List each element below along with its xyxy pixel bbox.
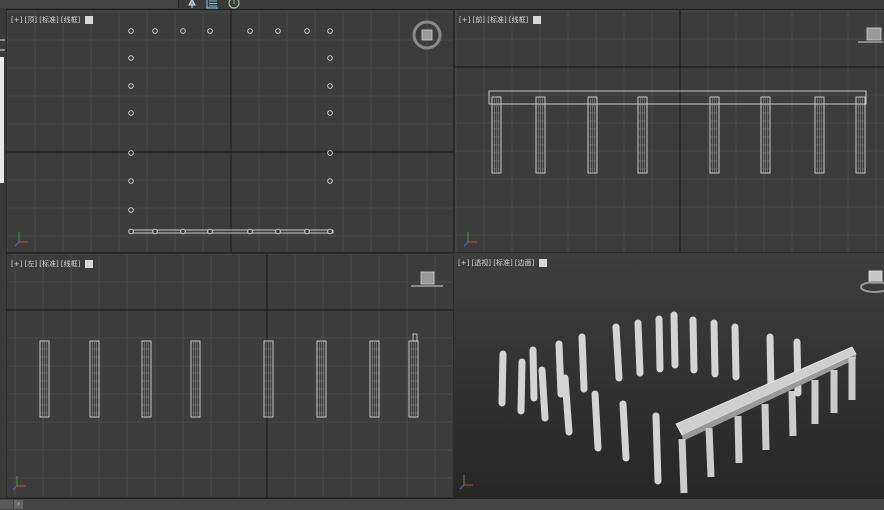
column-marker xyxy=(327,28,333,34)
column-mesh xyxy=(561,374,573,436)
column-mesh xyxy=(555,340,565,398)
top-view-canvas[interactable] xyxy=(7,10,453,252)
column-marker xyxy=(180,28,186,34)
axis-gizmo-z xyxy=(14,241,20,247)
viewport-label-text[interactable]: [+] [顶] [标准] [线框] xyxy=(11,15,80,25)
viewport-label[interactable]: [+] [左] [标准] [线框] xyxy=(11,259,94,269)
column-marker xyxy=(128,83,134,89)
column-mesh xyxy=(670,311,679,369)
column-mesh xyxy=(788,390,797,437)
scroll-right-button[interactable]: › xyxy=(14,500,23,509)
perspective-view-canvas[interactable] xyxy=(454,253,884,497)
column-mesh xyxy=(517,358,526,415)
column-marker xyxy=(128,55,134,61)
viewport-left[interactable]: [+] [左] [标准] [线框] xyxy=(7,254,453,497)
column-mesh xyxy=(766,333,775,393)
column-marker xyxy=(327,228,333,235)
column-mesh xyxy=(734,415,743,464)
toolbar-tab[interactable] xyxy=(0,0,179,8)
column-mesh xyxy=(619,400,630,462)
column-mesh xyxy=(612,323,623,382)
viewport-label[interactable]: [+] [透视] [标准] [边面] xyxy=(458,258,548,268)
viewport-label-text[interactable]: [+] [透视] [标准] [边面] xyxy=(458,258,534,268)
column-marker xyxy=(128,228,134,235)
column-mesh xyxy=(761,403,770,451)
column-mesh xyxy=(538,366,549,422)
column-mesh xyxy=(578,333,588,393)
column-mesh xyxy=(655,315,664,373)
viewport-top[interactable]: [+] [顶] [标准] [线框] xyxy=(7,10,453,252)
axis-gizmo-z xyxy=(463,241,469,247)
column-marker xyxy=(327,178,333,184)
column-marker xyxy=(247,28,253,34)
column-marker xyxy=(207,28,213,34)
column-mesh xyxy=(652,412,662,485)
column-marker xyxy=(327,110,333,116)
column-marker xyxy=(327,83,333,89)
column-marker xyxy=(128,28,134,34)
column-mesh xyxy=(689,316,698,374)
viewport-label-text[interactable]: [+] [前] [标准] [线框] xyxy=(459,15,528,25)
viewcube xyxy=(421,29,433,41)
column-marker xyxy=(327,150,333,156)
column-mesh xyxy=(529,346,538,402)
column-marker xyxy=(128,178,134,184)
viewport-label[interactable]: [+] [顶] [标准] [线框] xyxy=(11,15,94,25)
column-marker xyxy=(128,150,134,156)
column-marker xyxy=(304,28,310,34)
viewport-checkbox[interactable] xyxy=(85,260,94,268)
list-icon[interactable] xyxy=(206,0,218,9)
viewport-checkbox[interactable] xyxy=(539,259,548,267)
viewport-perspective[interactable]: [+] [透视] [标准] [边面] xyxy=(454,253,884,497)
help-icon[interactable] xyxy=(228,0,240,9)
pin-icon[interactable] xyxy=(186,0,198,9)
column-marker xyxy=(152,28,158,34)
column-mesh xyxy=(634,319,644,377)
column-marker xyxy=(128,110,134,116)
column-mesh xyxy=(710,319,719,378)
viewport-label[interactable]: [+] [前] [标准] [线框] xyxy=(459,15,542,25)
panel-marker xyxy=(0,49,5,51)
panel-marker xyxy=(0,39,5,41)
column-marker xyxy=(304,228,310,235)
viewport-checkbox[interactable] xyxy=(85,16,94,24)
column-marker xyxy=(152,228,158,235)
main-toolbar xyxy=(0,0,884,10)
column-mesh xyxy=(591,390,602,452)
scrollbar-track[interactable] xyxy=(0,500,13,509)
viewcube xyxy=(866,27,882,41)
column-mesh xyxy=(678,438,688,494)
column-marker xyxy=(247,228,253,235)
viewport-label-text[interactable]: [+] [左] [标准] [线框] xyxy=(11,259,80,269)
viewport-checkbox[interactable] xyxy=(533,16,542,24)
column-marker xyxy=(207,228,213,235)
beam-wireframe xyxy=(488,90,867,105)
column-mesh xyxy=(498,350,507,407)
viewport-front[interactable]: [+] [前] [标准] [线框] xyxy=(455,10,884,252)
column-marker xyxy=(327,55,333,61)
column-marker xyxy=(275,228,281,235)
column-mesh xyxy=(731,323,740,381)
column-marker xyxy=(180,228,186,235)
column-mesh xyxy=(705,427,715,478)
column-marker xyxy=(275,28,281,34)
left-view-canvas[interactable] xyxy=(7,254,453,497)
viewcube xyxy=(420,271,435,285)
left-panel-edge xyxy=(0,9,6,498)
front-view-canvas[interactable] xyxy=(455,10,884,252)
bottom-scrollbar[interactable]: › xyxy=(0,498,884,510)
side-panel xyxy=(0,57,4,183)
